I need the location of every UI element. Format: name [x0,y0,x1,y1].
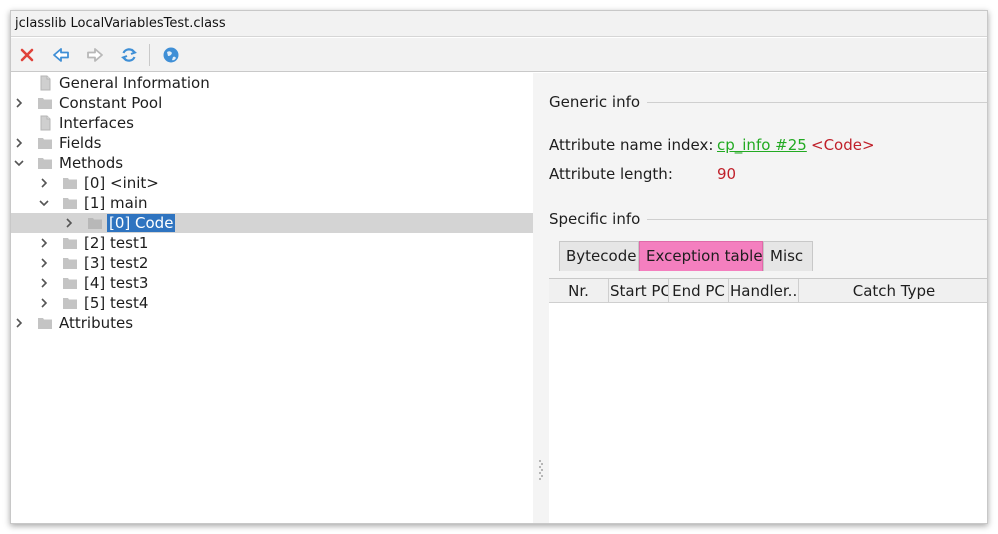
tree-item-label: [0] <init> [84,174,159,192]
tree-item-interfaces[interactable]: Interfaces [11,113,533,133]
tree-item-label: General Information [59,74,210,92]
file-icon [40,115,51,131]
generic-info-title: Generic info [549,93,641,111]
tree-item-methods[interactable]: Methods [11,153,533,173]
pane-splitter[interactable] [533,73,549,523]
tree-item-label: [3] test2 [84,254,149,272]
attribute-name-value: <Code> [811,136,875,154]
tab-bytecode[interactable]: Bytecode [559,241,639,271]
tree-item-label: [4] test3 [84,274,149,292]
chevron-right-icon[interactable] [13,317,25,329]
tree-item-constant-pool[interactable]: Constant Pool [11,93,533,113]
folder-icon [38,318,52,329]
back-button[interactable] [49,43,73,67]
folder-icon [38,98,52,109]
file-icon [40,75,51,91]
folder-icon [63,238,77,249]
folder-icon [88,218,102,229]
tree-item-label: Interfaces [59,114,134,132]
tab-misc[interactable]: Misc [763,241,813,271]
attribute-length-label: Attribute length: [549,165,673,183]
forward-arrow-icon [87,48,103,62]
web-button[interactable] [159,43,183,67]
web-globe-icon [163,47,179,63]
tree-item-label: [1] main [84,194,148,212]
tree-item-method-main[interactable]: [1] main [11,193,533,213]
exception-table-header: Nr. Start PC End PC Handler... Catch Typ… [549,279,987,303]
tree-item-label: Methods [59,154,124,172]
folder-icon [63,178,77,189]
tree-item-label: [0] Code [107,214,176,232]
tree-item-label: [2] test1 [84,234,149,252]
column-header-handler-pc[interactable]: Handler... [729,279,799,303]
tree-item-label: Constant Pool [59,94,163,112]
chevron-right-icon[interactable] [13,137,25,149]
forward-button[interactable] [83,43,107,67]
chevron-right-icon[interactable] [38,237,50,249]
close-button[interactable] [15,43,39,67]
attribute-name-index-label: Attribute name index: [549,136,714,154]
column-header-catch-type[interactable]: Catch Type [799,279,987,303]
tree-item-fields[interactable]: Fields [11,133,533,153]
tree-item-attributes[interactable]: Attributes [11,313,533,333]
tree-item-code-attribute[interactable]: [0] Code [11,213,533,233]
tree-item-method-init[interactable]: [0] <init> [11,173,533,193]
tree-item-general-information[interactable]: General Information [11,73,533,93]
title-bar[interactable]: jclasslib LocalVariablesTest.class [11,11,987,37]
attribute-details-pane: Generic info Attribute name index: cp_in… [549,73,987,523]
tree-item-label: [5] test4 [84,294,149,312]
chevron-right-icon[interactable] [13,97,25,109]
tab-exception-table[interactable]: Exception table [639,241,763,271]
cp-info-link[interactable]: cp_info #25 [717,136,807,154]
tree-item-method-test1[interactable]: [2] test1 [11,233,533,253]
tree-item-label: Fields [59,134,102,152]
folder-icon [38,138,52,149]
chevron-right-icon[interactable] [38,257,50,269]
folder-icon [38,158,52,169]
column-header-nr[interactable]: Nr. [549,279,609,303]
toolbar-separator [149,44,150,66]
tree-item-method-test2[interactable]: [3] test2 [11,253,533,273]
section-divider [647,102,987,103]
folder-icon [63,258,77,269]
tree-item-method-test4[interactable]: [5] test4 [11,293,533,313]
class-structure-tree: General Information Constant Pool Interf… [11,73,533,523]
folder-icon [63,198,77,209]
chevron-right-icon[interactable] [38,177,50,189]
chevron-right-icon[interactable] [38,297,50,309]
toolbar [11,38,987,72]
column-header-end-pc[interactable]: End PC [669,279,729,303]
close-icon [20,48,34,62]
drag-handle-icon[interactable] [539,459,543,481]
refresh-icon [121,48,137,62]
folder-icon [63,278,77,289]
window-title: jclasslib LocalVariablesTest.class [15,16,226,31]
refresh-button[interactable] [117,43,141,67]
folder-icon [63,298,77,309]
specific-info-title: Specific info [549,210,641,228]
chevron-right-icon[interactable] [38,277,50,289]
back-arrow-icon [53,48,69,62]
tree-item-method-test3[interactable]: [4] test3 [11,273,533,293]
section-divider [647,219,987,220]
tree-item-label: Attributes [59,314,134,332]
chevron-down-icon[interactable] [13,157,25,169]
exception-table: Nr. Start PC End PC Handler... Catch Typ… [549,279,987,523]
attribute-length-value: 90 [717,165,737,183]
jclasslib-window: jclasslib LocalVariablesTest.class Gener… [10,10,988,524]
column-header-start-pc[interactable]: Start PC [609,279,669,303]
chevron-down-icon[interactable] [38,197,50,209]
chevron-right-icon[interactable] [63,217,75,229]
